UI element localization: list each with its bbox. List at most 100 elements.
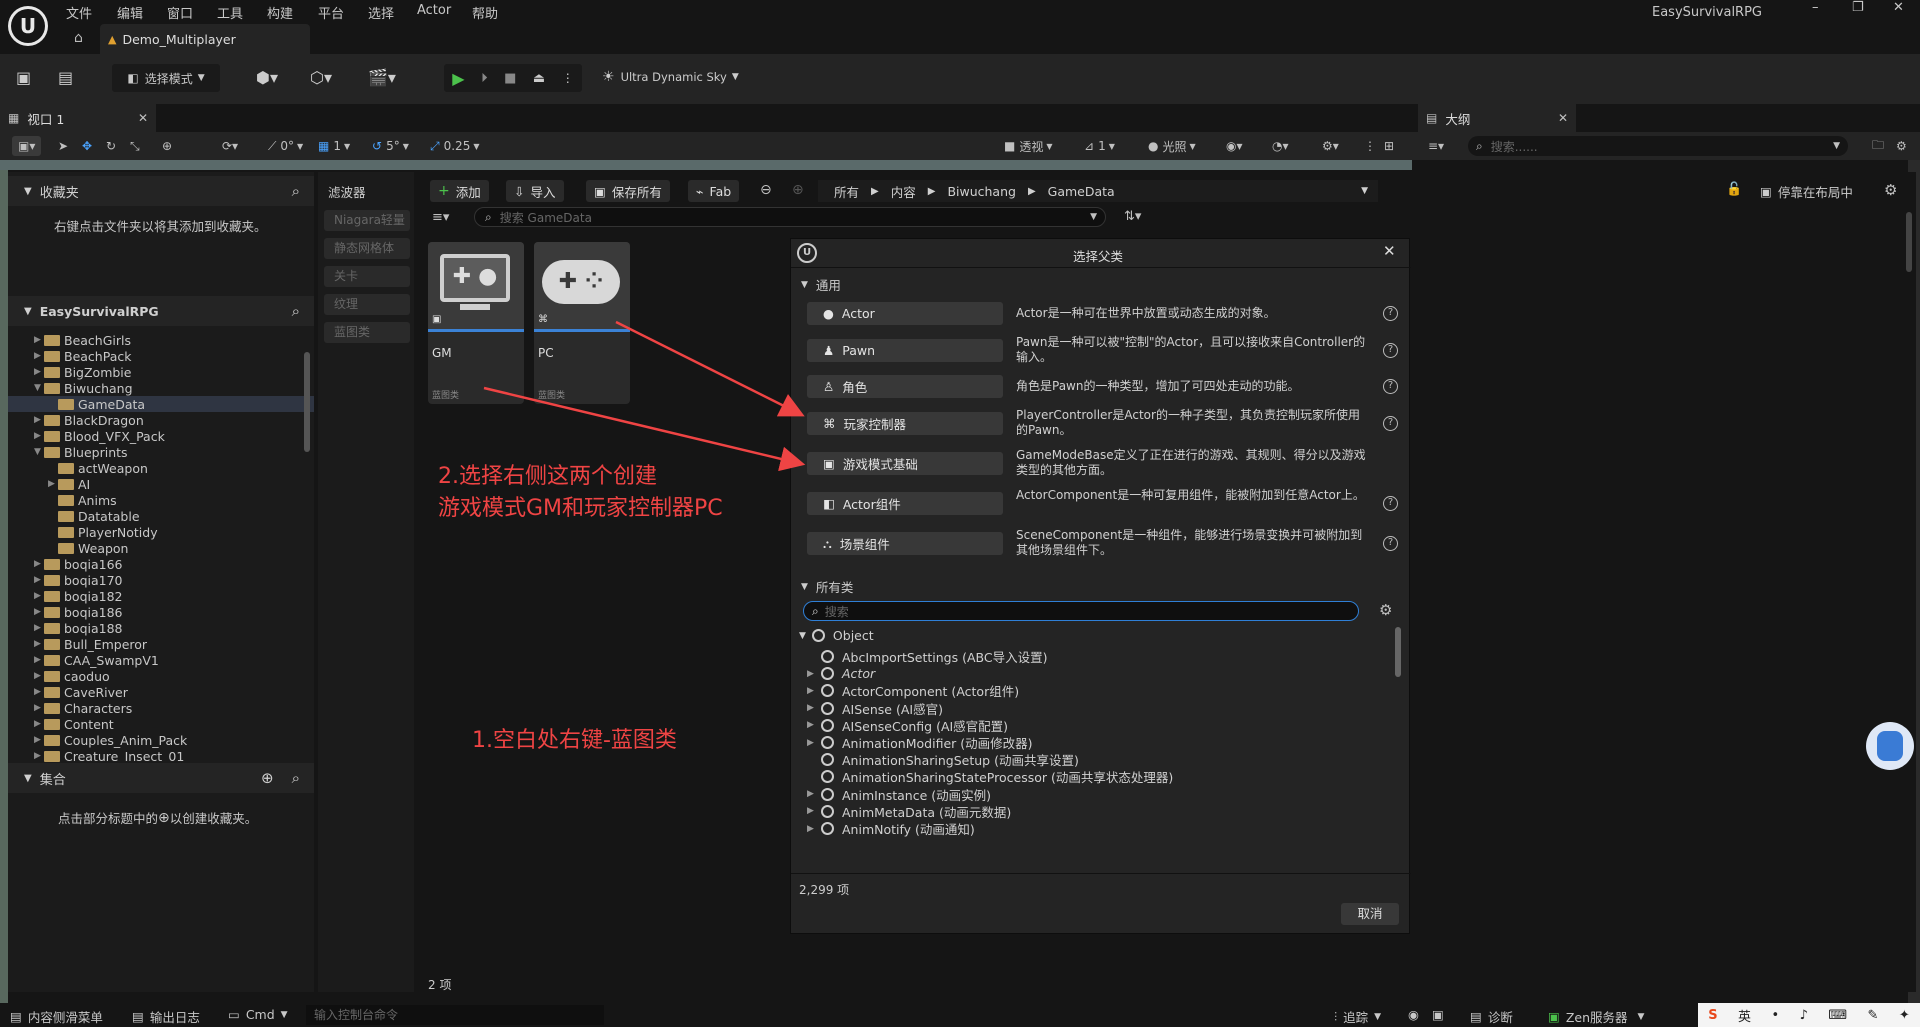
class-root-object[interactable]: ▼ Object (799, 625, 1391, 646)
cmd-dropdown[interactable]: ▭ Cmd ▼ (228, 1007, 288, 1022)
folder-item[interactable]: ▶ CAA_SwampV1 (8, 652, 314, 668)
eject-icon[interactable]: ⏏ (533, 71, 545, 86)
menu-file[interactable]: 文件 (66, 3, 92, 22)
filter-icon[interactable]: ≡▾ (432, 210, 449, 225)
perspective-dropdown[interactable]: ■ 透视 ▼ (1004, 136, 1053, 156)
help-icon[interactable]: ? (1383, 496, 1398, 511)
expand-arrow-icon[interactable]: ▶ (807, 720, 821, 730)
character-class-button[interactable]: ♙ 角色 (807, 375, 1003, 398)
dock-in-layout-button[interactable]: ▣ 停靠在布局中 (1760, 182, 1853, 201)
folder-item[interactable]: ▼ Blueprints (8, 444, 314, 460)
expand-arrow-icon[interactable]: ▶ (34, 671, 44, 681)
expand-arrow-icon[interactable]: ▶ (34, 703, 44, 713)
expand-arrow-icon[interactable]: ▶ (34, 431, 44, 441)
expand-arrow-icon[interactable]: ▶ (34, 655, 44, 665)
sort-icon[interactable]: ⇅▾ (1124, 209, 1141, 224)
expand-arrow-icon[interactable]: ▶ (34, 735, 44, 745)
expand-arrow-icon[interactable]: ▶ (34, 335, 44, 345)
scale-icon[interactable]: ⤡ (130, 136, 140, 156)
select-mode-icon[interactable]: ▣▾ (12, 136, 42, 156)
expand-arrow-icon[interactable]: ▶ (807, 738, 821, 748)
filter-static-mesh[interactable]: 静态网格体 (324, 238, 410, 259)
search-icon[interactable]: ⌕ (292, 182, 300, 200)
trace-dropdown[interactable]: ⫶ 追踪 ▼ (1334, 1007, 1381, 1026)
expand-arrow-icon[interactable]: ▶ (34, 559, 44, 569)
record-icon[interactable]: ◉ (1408, 1007, 1419, 1022)
close-tab-icon[interactable]: ✕ (138, 111, 148, 125)
actor-component-class-button[interactable]: ◧ Actor组件 (807, 492, 1003, 515)
folder-item[interactable]: ▶ boqia170 (8, 572, 314, 588)
tab-demo-multiplayer[interactable]: ▲ Demo_Multiplayer (100, 24, 310, 54)
menu-build[interactable]: 构建 (267, 3, 293, 22)
folder-item[interactable]: Weapon (8, 540, 314, 556)
folder-item[interactable]: ▶ caoduo (8, 668, 314, 684)
folder-item[interactable]: Anims (8, 492, 314, 508)
viewport-scene[interactable] (0, 160, 1412, 170)
menu-tools[interactable]: 工具 (217, 3, 243, 22)
stop-icon[interactable]: ■ (504, 71, 516, 86)
asset-pc[interactable]: ✚ ⁘ ⌘ PC 蓝图类 (534, 242, 630, 404)
help-icon[interactable]: ? (1383, 416, 1398, 431)
grid-snap[interactable]: ▦ 1 ▼ (318, 136, 350, 156)
player-controller-class-button[interactable]: ⌘ 玩家控制器 (807, 412, 1003, 435)
menu-actor[interactable]: Actor (417, 3, 451, 18)
expand-arrow-icon[interactable]: ▶ (34, 751, 44, 761)
lighting-dropdown[interactable]: ● 光照 ▼ (1148, 136, 1196, 156)
angle-snap[interactable]: ⟋ 0° ▼ (268, 136, 303, 156)
breadcrumb-item[interactable]: 内容 (891, 182, 916, 201)
add-folder-icon[interactable]: 🗀 (1872, 136, 1884, 156)
expand-arrow-icon[interactable]: ▶ (34, 367, 44, 377)
step-icon[interactable]: ⏵ (481, 71, 488, 86)
menu-help[interactable]: 帮助 (472, 3, 498, 22)
help-icon[interactable]: ? (1383, 379, 1398, 394)
project-tree-header[interactable]: ▼ EasySurvivalRPG ⌕ (8, 296, 314, 326)
folder-item[interactable]: ▶ Content (8, 716, 314, 732)
performance-icon[interactable]: ◔▾ (1272, 136, 1289, 156)
class-list-item[interactable]: ▶ AnimNotify (动画通知) (807, 818, 1391, 839)
home-icon[interactable]: ⌂ (74, 30, 83, 46)
expand-arrow-icon[interactable]: ▼ (34, 383, 44, 393)
expand-arrow-icon[interactable]: ▶ (34, 687, 44, 697)
pawn-class-button[interactable]: ♟ Pawn (807, 339, 1003, 362)
back-icon[interactable]: ⊖ (760, 182, 772, 198)
folder-item[interactable]: ▶ AI (8, 476, 314, 492)
scene-component-class-button[interactable]: ⛬ 场景组件 (807, 532, 1003, 555)
help-icon[interactable]: ? (1383, 536, 1398, 551)
tree-scrollbar[interactable] (304, 352, 310, 452)
add-actor-icon[interactable]: ⬢▾ (256, 68, 278, 87)
ime-lang[interactable]: 英 (1738, 1006, 1751, 1025)
favorites-header[interactable]: ▼ 收藏夹 ⌕ (8, 176, 314, 206)
filter-blueprint[interactable]: 蓝图类 (324, 322, 410, 343)
unreal-logo-icon[interactable]: U (8, 6, 48, 46)
floating-assistant-icon[interactable] (1866, 722, 1914, 770)
game-mode-class-button[interactable]: ▣ 游戏模式基础 (807, 452, 1003, 475)
expand-arrow-icon[interactable]: ▶ (34, 575, 44, 585)
expand-arrow-icon[interactable]: ▶ (34, 591, 44, 601)
class-list-scrollbar[interactable] (1395, 627, 1401, 677)
menu-platform[interactable]: 平台 (318, 3, 344, 22)
folder-item[interactable]: ▶ CaveRiver (8, 684, 314, 700)
expand-arrow-icon[interactable]: ▶ (807, 686, 821, 696)
sogou-icon[interactable]: S (1708, 1008, 1717, 1023)
add-button[interactable]: + 添加 (430, 180, 489, 202)
expand-arrow-icon[interactable]: ▶ (34, 415, 44, 425)
diagnostics-button[interactable]: ▤ 诊断 (1470, 1007, 1513, 1026)
folder-item[interactable]: ▶ Bull_Emperor (8, 636, 314, 652)
layout-icon[interactable]: ⊞ (1384, 136, 1394, 156)
show-icon[interactable]: ◉▾ (1226, 136, 1243, 156)
outliner-search-input[interactable]: ⌕ 搜索...... ▼ (1468, 136, 1848, 156)
rotation-snap[interactable]: ↺ 5° ▼ (372, 136, 409, 156)
help-icon[interactable]: ? (1383, 343, 1398, 358)
expand-arrow-icon[interactable]: ▶ (807, 806, 821, 816)
keyboard-icon[interactable]: ⌨ (1828, 1008, 1847, 1023)
output-log-button[interactable]: ▤ 输出日志 (132, 1007, 200, 1026)
filter-level[interactable]: 关卡 (324, 266, 410, 287)
folder-item[interactable]: ▶ Creature_Insect_01 (8, 748, 314, 764)
breadcrumb-item[interactable]: Biwuchang (947, 184, 1016, 199)
expand-arrow-icon[interactable]: ▶ (34, 719, 44, 729)
forward-icon[interactable]: ⊕ (792, 182, 804, 198)
more-icon[interactable]: ⋮ (1364, 136, 1376, 156)
expand-arrow-icon[interactable]: ▶ (807, 669, 821, 679)
snapshot-icon[interactable]: ▣ (1432, 1007, 1444, 1022)
expand-arrow-icon[interactable]: ▶ (48, 479, 58, 489)
